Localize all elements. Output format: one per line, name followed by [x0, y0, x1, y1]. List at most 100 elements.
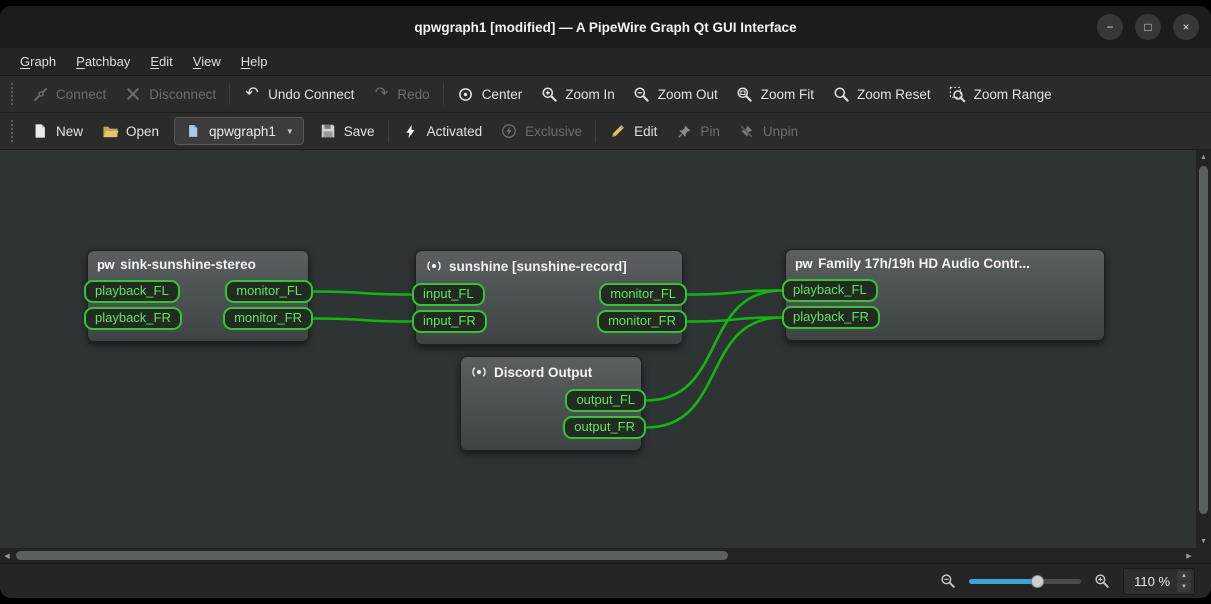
- node-sink-sunshine-stereo[interactable]: pw sink-sunshine-stereo playback_FL moni…: [87, 250, 309, 342]
- open-button[interactable]: Open: [92, 117, 168, 145]
- zoom-slider-handle[interactable]: [1031, 575, 1044, 588]
- vertical-scroll-track[interactable]: [1196, 164, 1211, 534]
- zoom-out-label: Zoom Out: [658, 87, 718, 102]
- zoom-out-button[interactable]: Zoom Out: [624, 80, 727, 108]
- connect-label: Connect: [56, 87, 106, 102]
- zoom-value: 110 %: [1134, 574, 1170, 589]
- horizontal-scroll-track[interactable]: [14, 548, 1182, 563]
- vertical-scrollbar[interactable]: ▲ ▼: [1196, 150, 1211, 548]
- maximize-button[interactable]: □: [1135, 14, 1161, 40]
- node-discord-output[interactable]: Discord Output output_FL output_FR: [460, 356, 642, 451]
- activated-bolt-icon: [402, 122, 420, 140]
- activated-button[interactable]: Activated: [393, 117, 492, 145]
- scroll-down-arrow[interactable]: ▼: [1196, 534, 1211, 548]
- close-button[interactable]: ×: [1173, 14, 1199, 40]
- patchbay-selector-value: qpwgraph1: [209, 124, 276, 139]
- port-playback-fl[interactable]: playback_FL: [84, 280, 180, 303]
- new-button[interactable]: New: [22, 117, 92, 145]
- menu-graph[interactable]: Graph: [10, 50, 66, 73]
- toolbar-graph: Connect Disconnect ↶ Undo Connect ↷ Redo…: [0, 76, 1211, 113]
- zoom-reset-icon: [832, 85, 850, 103]
- statusbar: 110 % ▲ ▼: [0, 563, 1211, 598]
- node-sunshine[interactable]: sunshine [sunshine-record] input_FL moni…: [415, 250, 683, 345]
- patchbay-file-icon: [184, 122, 202, 140]
- connection-wires[interactable]: [0, 150, 1196, 548]
- zoom-spin-up[interactable]: ▲: [1177, 571, 1191, 581]
- zoom-fit-button[interactable]: Zoom Fit: [727, 80, 823, 108]
- menu-help[interactable]: Help: [231, 50, 278, 73]
- zoom-fit-label: Zoom Fit: [761, 87, 814, 102]
- undo-connect-button[interactable]: ↶ Undo Connect: [234, 80, 363, 108]
- port-monitor-fr[interactable]: monitor_FR: [597, 310, 687, 333]
- pipewire-icon: pw: [795, 256, 812, 271]
- zoom-range-icon: [949, 85, 967, 103]
- port-row: input_FR monitor_FR: [416, 310, 682, 333]
- menu-patchbay[interactable]: Patchbay: [66, 50, 140, 73]
- unpin-button[interactable]: Unpin: [729, 117, 807, 145]
- port-playback-fl[interactable]: playback_FL: [782, 279, 878, 302]
- window-title: qpwgraph1 [modified] — A PipeWire Graph …: [414, 20, 796, 35]
- scroll-up-arrow[interactable]: ▲: [1196, 150, 1211, 164]
- zoom-spin-down[interactable]: ▼: [1177, 582, 1191, 592]
- pin-button[interactable]: Pin: [666, 117, 729, 145]
- window-controls: − □ ×: [1097, 14, 1199, 40]
- port-input-fr[interactable]: input_FR: [412, 310, 487, 333]
- pipewire-icon: pw: [97, 257, 114, 272]
- connect-button[interactable]: Connect: [22, 80, 115, 108]
- port-monitor-fl[interactable]: monitor_FL: [599, 283, 687, 306]
- port-output-fl[interactable]: output_FL: [565, 389, 646, 412]
- port-row: output_FL: [461, 389, 641, 412]
- pin-icon: [675, 122, 693, 140]
- scroll-right-arrow[interactable]: ▶: [1182, 549, 1196, 563]
- horizontal-scroll-thumb[interactable]: [16, 551, 728, 560]
- disconnect-label: Disconnect: [149, 87, 216, 102]
- new-label: New: [56, 124, 83, 139]
- undo-connect-label: Undo Connect: [268, 87, 354, 102]
- exclusive-button[interactable]: Exclusive: [491, 117, 591, 145]
- record-icon: [425, 257, 443, 275]
- scroll-left-arrow[interactable]: ◀: [0, 549, 14, 563]
- horizontal-scrollbar-row: ◀ ▶: [0, 548, 1211, 563]
- port-monitor-fr[interactable]: monitor_FR: [223, 307, 313, 330]
- node-title: sunshine [sunshine-record]: [449, 259, 627, 274]
- menu-edit[interactable]: Edit: [140, 50, 182, 73]
- activated-label: Activated: [427, 124, 483, 139]
- node-title: Discord Output: [494, 365, 592, 380]
- minimize-button[interactable]: −: [1097, 14, 1123, 40]
- port-playback-fr[interactable]: playback_FR: [84, 307, 182, 330]
- maximize-icon: □: [1144, 20, 1151, 34]
- port-playback-fr[interactable]: playback_FR: [782, 306, 880, 329]
- zoom-out-mini-icon[interactable]: [939, 572, 957, 590]
- close-icon: ×: [1182, 20, 1189, 34]
- center-label: Center: [482, 87, 523, 102]
- zoom-in-button[interactable]: Zoom In: [531, 80, 624, 108]
- toolbar-grip[interactable]: [11, 83, 13, 105]
- save-button[interactable]: Save: [310, 117, 384, 145]
- vertical-scroll-thumb[interactable]: [1199, 166, 1208, 514]
- app-window: qpwgraph1 [modified] — A PipeWire Graph …: [0, 6, 1211, 598]
- redo-button[interactable]: ↷ Redo: [363, 80, 438, 108]
- disconnect-button[interactable]: Disconnect: [115, 80, 225, 108]
- zoom-range-button[interactable]: Zoom Range: [940, 80, 1061, 108]
- open-folder-icon: [101, 122, 119, 140]
- edit-button[interactable]: Edit: [600, 117, 666, 145]
- redo-icon: ↷: [372, 85, 390, 103]
- horizontal-scrollbar[interactable]: ◀ ▶: [0, 548, 1196, 563]
- zoom-slider[interactable]: [969, 579, 1081, 584]
- port-input-fl[interactable]: input_FL: [412, 283, 485, 306]
- port-output-fr[interactable]: output_FR: [563, 416, 646, 439]
- zoom-in-mini-icon[interactable]: [1093, 572, 1111, 590]
- patchbay-selector[interactable]: qpwgraph1 ▼: [174, 117, 304, 145]
- toolbar-grip[interactable]: [11, 120, 13, 142]
- zoom-spinbox[interactable]: 110 % ▲ ▼: [1123, 568, 1195, 595]
- zoom-out-icon: [633, 85, 651, 103]
- graph-canvas[interactable]: pw sink-sunshine-stereo playback_FL moni…: [0, 150, 1196, 548]
- titlebar[interactable]: qpwgraph1 [modified] — A PipeWire Graph …: [0, 6, 1211, 48]
- zoom-range-label: Zoom Range: [974, 87, 1052, 102]
- menu-view[interactable]: View: [183, 50, 231, 73]
- node-family-hd-audio[interactable]: pw Family 17h/19h HD Audio Contr... play…: [785, 249, 1105, 341]
- zoom-reset-button[interactable]: Zoom Reset: [823, 80, 940, 108]
- port-row: playback_FL: [786, 279, 1104, 302]
- port-monitor-fl[interactable]: monitor_FL: [225, 280, 313, 303]
- center-button[interactable]: Center: [448, 80, 532, 108]
